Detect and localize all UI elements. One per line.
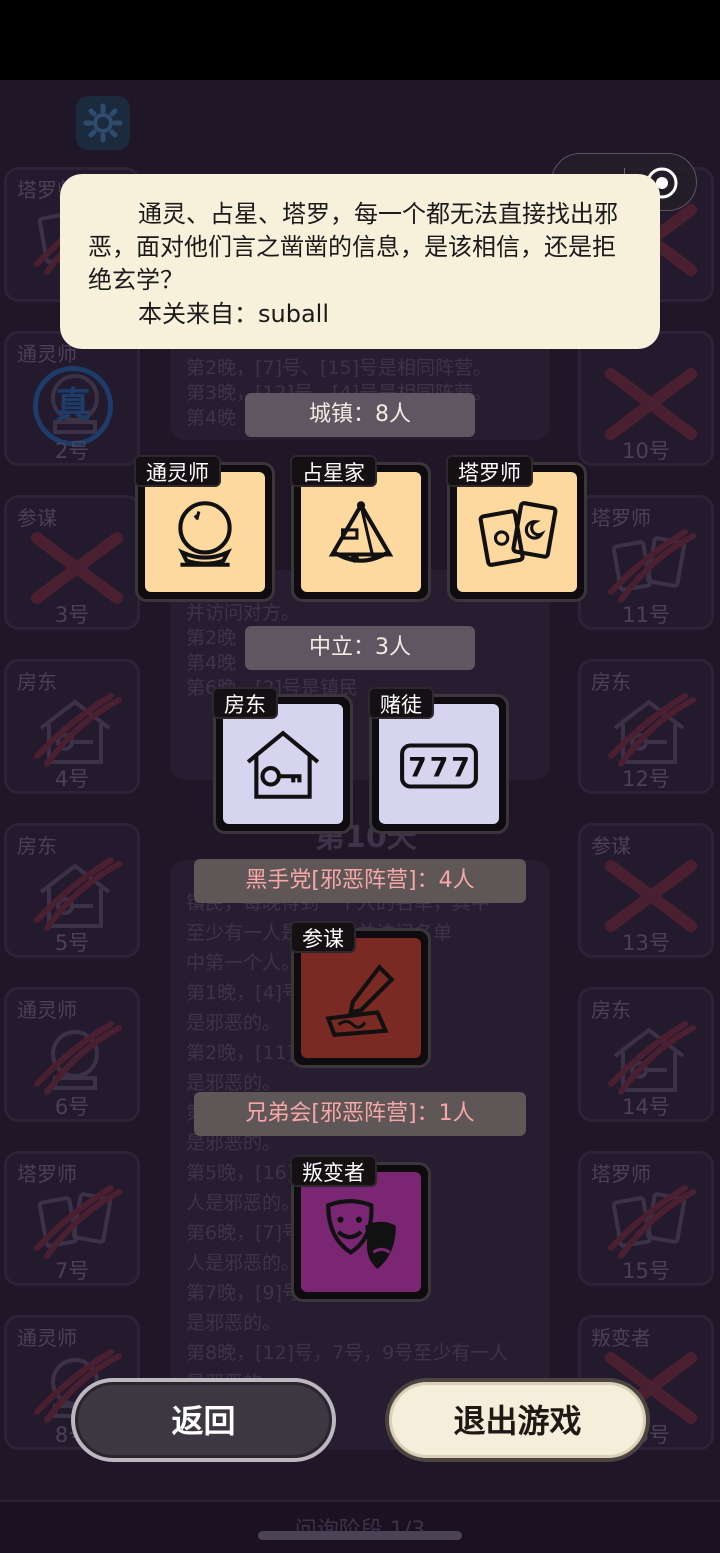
player-role: 塔罗师 — [591, 506, 651, 530]
log-line: 人是邪恶的。 — [186, 1252, 301, 1274]
role-name: 房东 — [212, 687, 278, 719]
role-card-medium[interactable]: 通灵师 — [134, 455, 275, 602]
back-button[interactable]: 返回 — [71, 1378, 336, 1462]
role-name: 占星家 — [290, 455, 377, 487]
player-role: 房东 — [17, 834, 57, 858]
faction-mafia-label: 黑手党[邪恶阵营]：4人 — [194, 859, 526, 903]
log-line: 第4晚 — [186, 652, 237, 674]
svg-text:7: 7 — [451, 752, 470, 783]
player-number: 7号 — [54, 1259, 90, 1283]
player-number: 14号 — [622, 1095, 670, 1119]
log-line: 中第一个人。 — [186, 952, 301, 974]
player-number: 11号 — [622, 603, 670, 627]
player-card[interactable]: 塔罗师 7号 — [4, 1151, 140, 1286]
role-card-traitor[interactable]: 叛变者 — [290, 1155, 431, 1302]
player-card[interactable]: 参谋 3号 — [4, 495, 140, 630]
player-card[interactable]: 房东 5号 — [4, 823, 140, 958]
player-card[interactable]: 房东 12号 — [578, 659, 714, 794]
player-role: 房东 — [17, 670, 57, 694]
role-card-tarot[interactable]: 塔罗师 — [446, 455, 587, 602]
screen: 塔罗师真通灵师 2号 参谋 3号 房东 4号 房东 5号 通灵师 6号 塔罗师 7号 通灵师 8号 10号… — [0, 0, 720, 1553]
player-role: 通灵师 — [17, 1326, 77, 1350]
player-role: 通灵师 — [17, 998, 77, 1022]
player-number: 10号 — [622, 439, 670, 463]
svg-text:7: 7 — [408, 752, 427, 783]
player-card[interactable]: 房东 14号 — [578, 987, 714, 1122]
pen-paper-icon — [325, 964, 395, 1038]
level-description-bubble: 通灵、占星、塔罗，每一个都无法直接找出邪恶，面对他们言之凿凿的信息，是该相信，还… — [60, 174, 660, 349]
player-role: 房东 — [591, 670, 631, 694]
player-number: 15号 — [622, 1259, 670, 1283]
role-card-astrologer[interactable]: 占星家 — [290, 455, 431, 602]
player-role: 塔罗师 — [17, 1162, 77, 1186]
svg-text:7: 7 — [430, 752, 449, 783]
player-card[interactable]: 塔罗师 15号 — [578, 1151, 714, 1286]
log-line: 人是邪恶的。 — [186, 1192, 301, 1214]
level-source: 本关来自：suball — [138, 300, 329, 328]
role-name: 赌徒 — [368, 687, 434, 719]
player-card[interactable]: 10号 — [578, 331, 714, 466]
player-card[interactable]: 房东 4号 — [4, 659, 140, 794]
player-role: 房东 — [591, 998, 631, 1022]
faction-town-label: 城镇：8人 — [245, 393, 475, 437]
player-role: 叛变者 — [591, 1326, 651, 1350]
status-bar — [0, 0, 720, 80]
log-line: 是邪恶的。 — [186, 1012, 282, 1034]
player-number: 3号 — [54, 603, 90, 627]
role-name: 通灵师 — [134, 455, 221, 487]
role-name: 参谋 — [290, 921, 356, 953]
role-card-landlord[interactable]: 房东 — [212, 687, 353, 834]
role-card-gambler[interactable]: 赌徒 777 — [368, 687, 509, 834]
tarot-cards-icon — [478, 501, 558, 567]
true-stamp-icon: 真 — [33, 366, 113, 446]
player-number: 2号 — [54, 439, 90, 463]
player-card[interactable]: 塔罗师 11号 — [578, 495, 714, 630]
log-line: 第8晚，[12]号，7号，9号至少有一人 — [186, 1342, 509, 1364]
slot-777-icon: 777 — [400, 743, 478, 789]
player-role: 塔罗师 — [591, 1162, 651, 1186]
faction-brotherhood-label: 兄弟会[邪恶阵营]：1人 — [194, 1092, 526, 1136]
player-number: 13号 — [622, 931, 670, 955]
faction-neutral-label: 中立：3人 — [245, 626, 475, 670]
log-line: 是邪恶的。 — [186, 1072, 282, 1094]
phase-bar: 问询阶段 1/3 — [0, 1500, 720, 1553]
player-card[interactable]: 参谋 13号 — [578, 823, 714, 958]
player-number: 4号 — [54, 767, 90, 791]
role-name: 塔罗师 — [446, 455, 533, 487]
level-description: 通灵、占星、塔罗，每一个都无法直接找出邪恶，面对他们言之凿凿的信息，是该相信，还… — [88, 200, 618, 294]
crystal-ball-icon — [178, 501, 232, 567]
log-line: 并访问对方。 — [186, 602, 301, 624]
player-card[interactable]: 通灵师 6号 — [4, 987, 140, 1122]
exit-game-button[interactable]: 退出游戏 — [385, 1378, 650, 1462]
log-line: 是邪恶的。 — [186, 1312, 282, 1334]
log-line: 第2晚，[7]号、[15]号是相同阵营。 — [186, 357, 493, 379]
theater-masks-icon — [326, 1199, 396, 1269]
player-number: 6号 — [54, 1095, 90, 1119]
settings-gear-icon[interactable] — [76, 96, 130, 150]
house-key-icon — [246, 730, 320, 799]
player-role: 参谋 — [591, 834, 631, 858]
sextant-icon — [328, 501, 394, 563]
role-card-consigliere[interactable]: 参谋 — [290, 921, 431, 1068]
log-line: 第4晚 — [186, 407, 237, 429]
player-number: 5号 — [54, 931, 90, 955]
player-role: 参谋 — [17, 506, 57, 530]
player-card[interactable]: 真通灵师 2号 — [4, 331, 140, 466]
log-line: 第2晚 — [186, 627, 237, 649]
player-number: 12号 — [622, 767, 670, 791]
role-name: 叛变者 — [290, 1155, 377, 1187]
home-indicator — [258, 1531, 462, 1540]
